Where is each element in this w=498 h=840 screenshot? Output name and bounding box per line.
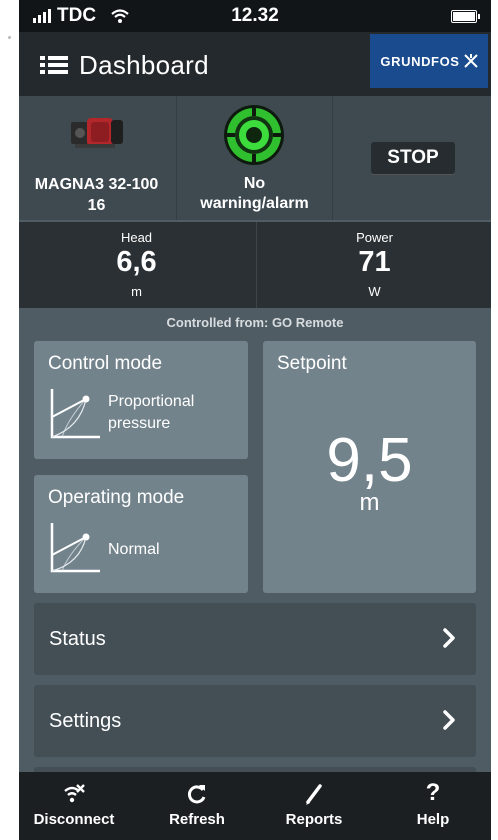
power-label: Power (356, 230, 393, 245)
pump-model-line1: MAGNA3 32-100 (34, 176, 159, 193)
tab-refresh[interactable]: Refresh (131, 772, 263, 840)
pump-image (71, 118, 123, 148)
menu-icon[interactable] (40, 55, 68, 75)
head-reading: Head 6,6 m (19, 222, 254, 308)
settings-row-label: Settings (49, 710, 122, 732)
help-icon: ? (425, 779, 441, 806)
head-value: 6,6 (116, 246, 157, 278)
alarm-line2: warning/alarm (200, 195, 309, 212)
stop-cell: STOP (333, 96, 491, 220)
controlled-from-text: Controlled from: GO Remote (166, 315, 344, 330)
power-reading: Power 71 W (256, 222, 491, 308)
stop-button[interactable]: STOP (371, 142, 455, 174)
pump-model-cell[interactable]: MAGNA3 32-100 16 (19, 96, 174, 220)
setpoint-unit: m (359, 489, 380, 516)
pump-model-name: MAGNA3 32-100 16 (19, 174, 174, 216)
tab-bar: Disconnect Refresh Reports ? Help (19, 772, 491, 840)
pump-info-panel: MAGNA3 32-100 16 No warning/alarm STOP (19, 96, 491, 220)
page-marker (8, 36, 11, 39)
chevron-right-icon (443, 710, 455, 730)
battery-icon (451, 10, 480, 23)
operating-mode-value: Normal (108, 541, 160, 558)
control-mode-title: Control mode (48, 353, 163, 374)
head-label: Head (120, 230, 153, 245)
status-bar: TDC 12.32 (19, 0, 491, 32)
tab-disconnect-label: Disconnect (33, 811, 115, 828)
readings-panel: Head 6,6 m Power 71 W (19, 222, 491, 308)
control-mode-line2: pressure (108, 415, 171, 432)
alarm-line1: No (243, 175, 266, 192)
brand-name: GRUNDFOS (380, 53, 460, 69)
tab-reports-label: Reports (285, 811, 343, 828)
operating-mode-tile[interactable]: Operating mode Normal (34, 475, 248, 593)
tab-help-label: Help (416, 811, 450, 828)
settings-row[interactable]: Settings (34, 685, 476, 757)
page-title: Dashboard (79, 50, 209, 80)
operating-mode-graph-icon (50, 523, 100, 573)
control-mode-tile[interactable]: Control mode Proportional pressure (34, 341, 248, 459)
disconnect-icon (64, 784, 85, 803)
app-header: Dashboard GRUNDFOS (19, 32, 491, 96)
power-value: 71 (358, 246, 391, 278)
control-mode-line1: Proportional (108, 393, 195, 410)
phone-screen: TDC 12.32 Dashboard GRUNDFOS MAGNA3 32-1… (19, 0, 491, 840)
head-unit: m (131, 284, 142, 299)
tab-help[interactable]: ? Help (387, 772, 479, 840)
alarm-status-text: No warning/alarm (177, 174, 332, 214)
status-row-label: Status (49, 628, 106, 650)
tab-disconnect[interactable]: Disconnect (19, 772, 129, 840)
clock: 12.32 (231, 5, 279, 26)
alarm-status-cell[interactable]: No warning/alarm (176, 96, 333, 220)
operating-mode-title: Operating mode (48, 487, 185, 508)
tab-refresh-label: Refresh (169, 811, 225, 828)
brand-mark-icon (463, 54, 478, 68)
setpoint-title: Setpoint (277, 353, 347, 374)
pump-model-line2: 16 (87, 197, 106, 214)
status-row[interactable]: Status (34, 603, 476, 675)
power-unit: W (368, 284, 381, 299)
pencil-icon (306, 784, 322, 805)
tab-reports[interactable]: Reports (257, 772, 371, 840)
setpoint-tile[interactable]: Setpoint 9,5 m (263, 341, 476, 593)
control-mode-value: Proportional pressure (108, 391, 194, 435)
refresh-icon (188, 785, 206, 804)
status-ok-icon (224, 105, 284, 165)
brand-logo: GRUNDFOS (370, 34, 488, 88)
proportional-pressure-graph-icon (50, 389, 100, 439)
setpoint-value: 9,5 (326, 426, 413, 495)
chevron-right-icon (443, 628, 455, 648)
